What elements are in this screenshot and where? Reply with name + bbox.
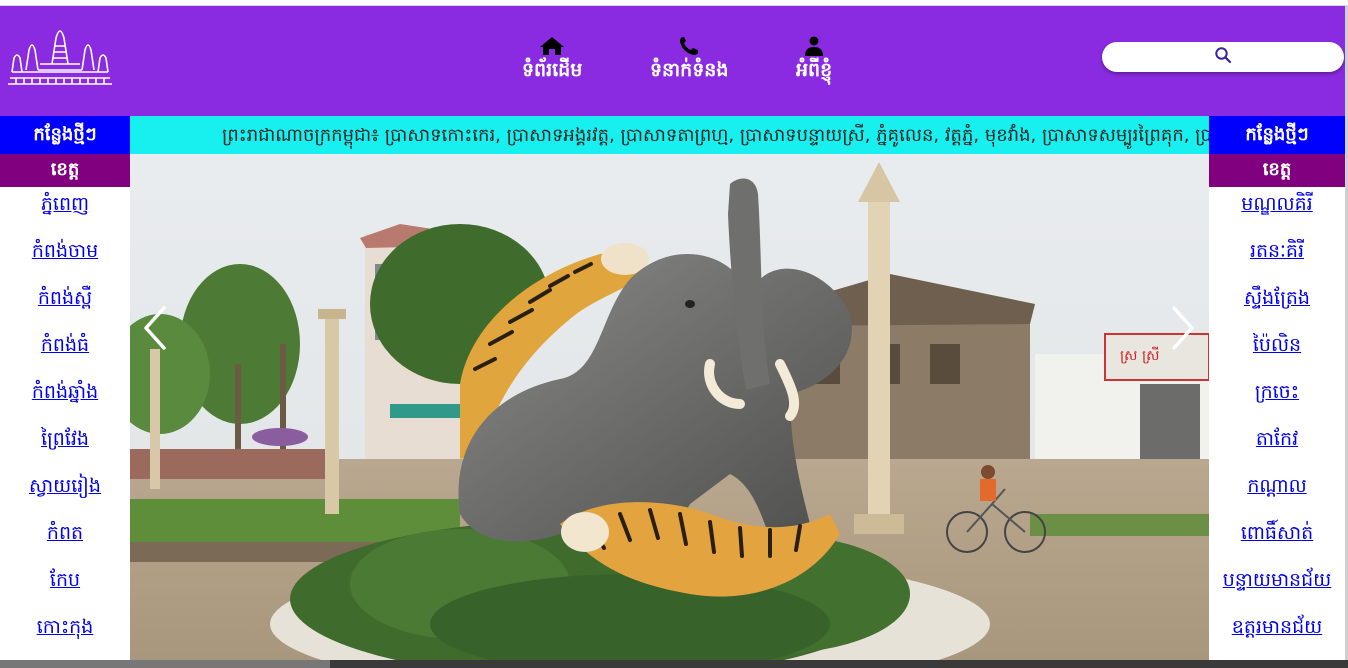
news-ticker: ព្រះរាជាណាចក្រកម្ពុជា៖ ប្រាសាទកោះកេរ, ប្… (130, 116, 1209, 154)
list-item: តាកែវ (1209, 426, 1345, 452)
slideshow-next-button[interactable] (1164, 300, 1204, 356)
list-item: ភ្នំពេញ (0, 191, 130, 217)
chevron-right-icon (1164, 306, 1204, 360)
elephant-tiger-statue-photo: ស្រ ស្រី (130, 154, 1209, 668)
list-item: កំពត (0, 520, 130, 546)
nav-contact-label: ទំនាក់ទំនង (650, 59, 729, 81)
province-link[interactable]: បន្ទាយមានជ័យ (1223, 569, 1332, 591)
shop-sign-text: ស្រ ស្រី (1120, 346, 1159, 364)
province-link[interactable]: ក្រចេះ (1255, 381, 1299, 403)
province-link[interactable]: ឧត្ដរមានជ័យ (1232, 616, 1322, 638)
nav-about[interactable]: អំពីខ្ញុំ (796, 36, 832, 86)
angkor-wat-logo[interactable] (6, 18, 114, 90)
slideshow-image: ស្រ ស្រី (130, 154, 1209, 668)
list-item: ប៉ៃលិន (1209, 332, 1345, 358)
province-link[interactable]: កំពត (47, 522, 83, 544)
search-icon[interactable] (1214, 46, 1232, 68)
province-link[interactable]: កណ្ដាល (1247, 475, 1306, 497)
search-box[interactable] (1102, 42, 1344, 72)
list-item: កំពង់ធំ (0, 332, 130, 358)
chevron-left-icon (134, 306, 174, 360)
province-link[interactable]: ស្ទឹងត្រែង (1244, 287, 1310, 309)
nav-contact[interactable]: ទំនាក់ទំនង (650, 36, 728, 86)
list-item: កំពង់ចាម (0, 238, 130, 264)
province-link[interactable]: ស្វាយរៀង (29, 475, 101, 497)
province-link[interactable]: កំពង់ចាម (32, 240, 98, 262)
list-item: ស្វាយរៀង (0, 473, 130, 499)
province-link[interactable]: មណ្ឌលគិរី (1241, 193, 1312, 215)
horizontal-scrollbar[interactable] (0, 660, 1348, 668)
province-link[interactable]: កោះកុង (37, 616, 94, 638)
left-province-list: ភ្នំពេញ កំពង់ចាម កំពង់ស្ពឺ កំពង់ធំ កំពង់… (0, 187, 130, 640)
right-sidebar-subheading: ខេត្ត (1209, 154, 1345, 187)
phone-icon (676, 36, 702, 56)
user-icon (801, 36, 827, 56)
list-item: បន្ទាយមានជ័យ (1209, 567, 1345, 593)
province-link[interactable]: កំពង់ស្ពឺ (38, 287, 92, 309)
province-link[interactable]: កែប (50, 569, 80, 591)
list-item: មណ្ឌលគិរី (1209, 191, 1345, 217)
right-sidebar: កន្លែងថ្មីៗ ខេត្ត មណ្ឌលគិរី រតនៈគិរី ស្ទ… (1209, 116, 1345, 668)
list-item: កំពង់ឆ្នាំង (0, 379, 130, 405)
left-sidebar-subheading: ខេត្ត (0, 154, 130, 187)
province-link[interactable]: តាកែវ (1256, 428, 1298, 450)
list-item: ស្ទឹងត្រែង (1209, 285, 1345, 311)
nav-home[interactable]: ទំព័រដើម (522, 36, 582, 86)
list-item: កោះកុង (0, 614, 130, 640)
nav-home-label: ទំព័រដើម (522, 59, 583, 81)
home-icon (539, 36, 565, 56)
list-item: កណ្ដាល (1209, 473, 1345, 499)
list-item: កែប (0, 567, 130, 593)
scrollbar-thumb[interactable] (0, 660, 330, 668)
province-link[interactable]: ភ្នំពេញ (41, 193, 89, 215)
list-item: ក្រចេះ (1209, 379, 1345, 405)
site-header: ទំព័រដើម ទំនាក់ទំនង អំពីខ្ញុំ (0, 6, 1348, 116)
left-sidebar: កន្លែងថ្មីៗ ខេត្ត ភ្នំពេញ កំពង់ចាម កំពង់… (0, 116, 130, 668)
province-link[interactable]: ព្រៃវែង (41, 428, 89, 450)
province-link[interactable]: កំពង់ធំ (41, 334, 89, 356)
right-province-list: មណ្ឌលគិរី រតនៈគិរី ស្ទឹងត្រែង ប៉ៃលិន ក្រ… (1209, 187, 1345, 640)
list-item: ឧត្ដរមានជ័យ (1209, 614, 1345, 640)
ticker-text: ព្រះរាជាណាចក្រកម្ពុជា៖ ប្រាសាទកោះកេរ, ប្… (222, 125, 1209, 146)
list-item: រតនៈគិរី (1209, 238, 1345, 264)
search-input[interactable] (1116, 46, 1216, 68)
nav-about-label: អំពីខ្ញុំ (796, 59, 833, 81)
province-link[interactable]: ពោធិ៍សាត់ (1241, 522, 1313, 544)
province-link[interactable]: ប៉ៃលិន (1253, 334, 1301, 356)
page: ទំព័រដើម ទំនាក់ទំនង អំពីខ្ញុំ ព្រះរាជាណា… (0, 0, 1348, 668)
province-link[interactable]: កំពង់ឆ្នាំង (32, 381, 98, 403)
slideshow-prev-button[interactable] (134, 300, 174, 356)
list-item: កំពង់ស្ពឺ (0, 285, 130, 311)
list-item: ព្រៃវែង (0, 426, 130, 452)
left-sidebar-heading: កន្លែងថ្មីៗ (0, 116, 130, 154)
list-item: ពោធិ៍សាត់ (1209, 520, 1345, 546)
province-link[interactable]: រតនៈគិរី (1250, 240, 1304, 262)
right-sidebar-heading: កន្លែងថ្មីៗ (1209, 116, 1345, 154)
